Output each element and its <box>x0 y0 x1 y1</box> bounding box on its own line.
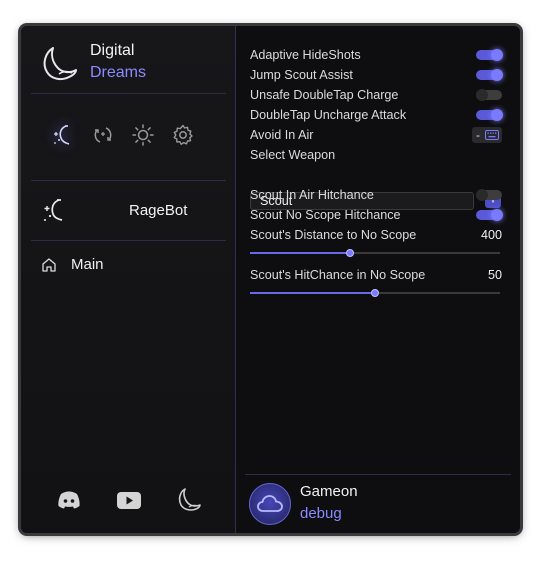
setting-label: Unsafe DoubleTap Charge <box>250 88 399 102</box>
setting-scout-hitchance: Scout's HitChance in No Scope 50 <box>250 267 502 285</box>
setting-scout-no-scope-hitchance: Scout No Scope Hitchance <box>250 207 503 225</box>
scout-in-air-hitchance-toggle[interactable] <box>476 189 502 201</box>
tab-ragebot[interactable] <box>51 123 75 147</box>
sidebar-item-label: Main <box>71 256 104 273</box>
slider-value: 50 <box>487 268 502 282</box>
toggle-knob <box>476 89 488 101</box>
sidebar: Digital Dreams RageBot Main <box>21 26 236 533</box>
keybind-value: - <box>476 128 480 142</box>
unsafe-doubletap-charge-toggle[interactable] <box>476 89 502 101</box>
setting-avoid-in-air: Avoid In Air - <box>250 127 502 145</box>
toggle-knob <box>491 69 503 81</box>
setting-select-weapon: Select Weapon <box>250 147 502 165</box>
keyboard-icon <box>485 130 499 140</box>
toggle-knob <box>491 209 503 221</box>
jump-scout-assist-toggle[interactable] <box>476 69 503 81</box>
setting-unsafe-doubletap-charge: Unsafe DoubleTap Charge <box>250 87 502 105</box>
setting-label: Scout's Distance to No Scope <box>250 228 417 242</box>
moon-logo-icon[interactable] <box>175 486 203 514</box>
cloud-icon <box>257 495 283 512</box>
tab-antiaim[interactable] <box>91 123 115 147</box>
ragebot-section-icon <box>44 199 63 221</box>
setting-jump-scout-assist: Jump Scout Assist <box>250 67 503 85</box>
category-tabs <box>51 123 221 151</box>
toggle-knob <box>476 189 488 201</box>
setting-scout-in-air-hitchance: Scout In Air Hitchance <box>250 187 502 205</box>
toggle-knob <box>491 49 503 61</box>
setting-adaptive-hideshots: Adaptive HideShots <box>250 47 503 65</box>
setting-label: Avoid In Air <box>250 128 314 142</box>
discord-icon[interactable] <box>55 486 83 514</box>
scout-hitchance-slider[interactable] <box>250 289 500 297</box>
settings-panel: Adaptive HideShots Jump Scout Assist Uns… <box>236 26 520 533</box>
setting-label: Scout In Air Hitchance <box>250 188 374 202</box>
sidebar-item-main[interactable]: Main <box>29 248 229 282</box>
section-title: RageBot <box>129 202 188 219</box>
user-profile: Gameon debug <box>245 474 511 533</box>
setting-label: Scout's HitChance in No Scope <box>250 268 426 282</box>
slider-handle[interactable] <box>371 289 379 297</box>
slider-fill <box>250 252 350 254</box>
setting-label: Jump Scout Assist <box>250 68 353 82</box>
home-icon <box>42 258 56 272</box>
sidebar-divider <box>31 240 226 241</box>
brand-subtitle: Dreams <box>90 64 147 81</box>
youtube-icon[interactable] <box>115 486 143 514</box>
avatar[interactable] <box>249 483 291 525</box>
slider-value: 400 <box>480 228 502 242</box>
scout-no-scope-hitchance-toggle[interactable] <box>476 209 503 221</box>
slider-handle[interactable] <box>346 249 354 257</box>
user-name: Gameon <box>300 483 358 500</box>
setting-label: Select Weapon <box>250 148 336 162</box>
adaptive-hideshots-toggle[interactable] <box>476 49 503 61</box>
app-window: Digital Dreams RageBot Main Adaptive Hid… <box>21 26 520 533</box>
moon-logo-icon <box>43 47 77 81</box>
setting-doubletap-uncharge-attack: DoubleTap Uncharge Attack <box>250 107 503 125</box>
scout-distance-slider[interactable] <box>250 249 500 257</box>
tab-settings[interactable] <box>171 123 195 147</box>
user-role: debug <box>300 505 342 522</box>
sidebar-divider <box>31 180 226 181</box>
doubletap-uncharge-attack-toggle[interactable] <box>476 109 503 121</box>
slider-fill <box>250 292 375 294</box>
setting-label: Scout No Scope Hitchance <box>250 208 401 222</box>
toggle-knob <box>491 109 503 121</box>
setting-label: DoubleTap Uncharge Attack <box>250 108 407 122</box>
avoid-in-air-keybind[interactable]: - <box>472 127 502 143</box>
setting-scout-distance: Scout's Distance to No Scope 400 <box>250 227 502 245</box>
sidebar-divider <box>31 93 226 94</box>
brand-name: Digital <box>90 42 135 59</box>
tab-visuals[interactable] <box>131 123 155 147</box>
setting-label: Adaptive HideShots <box>250 48 361 62</box>
